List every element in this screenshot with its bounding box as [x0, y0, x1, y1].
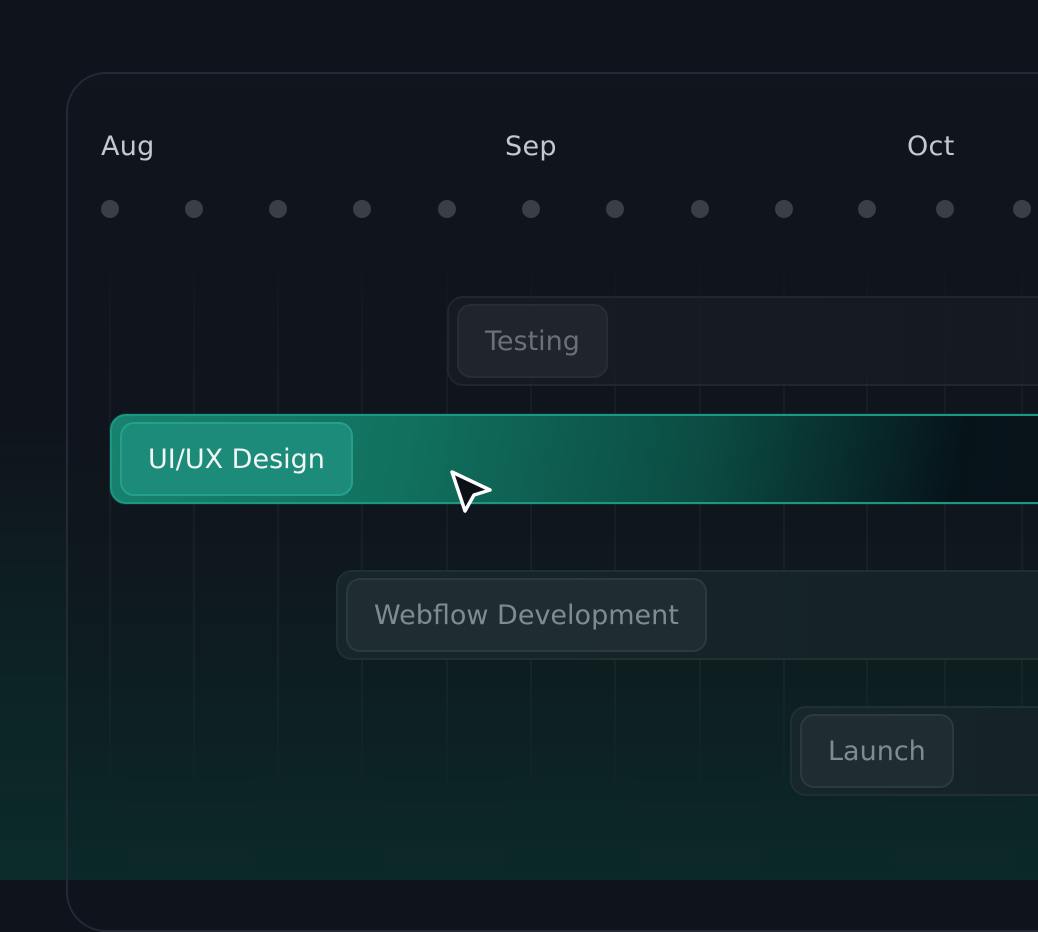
month-label-sep: Sep	[505, 131, 557, 162]
timeline-dot-icon	[1013, 200, 1031, 218]
task-bar-testing[interactable]: Testing	[447, 296, 1038, 386]
timeline-dot-icon	[691, 200, 709, 218]
timeline-dot-icon	[936, 200, 954, 218]
task-bar-ui-ux-design[interactable]: UI/UX Design	[110, 414, 1038, 504]
grid-line	[193, 246, 195, 806]
grid-line	[361, 246, 363, 806]
task-label-testing[interactable]: Testing	[457, 304, 608, 378]
timeline-dot-icon	[185, 200, 203, 218]
grid-line	[277, 246, 279, 806]
month-label-aug: Aug	[101, 131, 155, 162]
timeline-dot-icon	[101, 200, 119, 218]
task-label-ui-ux-design[interactable]: UI/UX Design	[120, 422, 353, 496]
timeline-dot-icon	[438, 200, 456, 218]
task-bar-webflow-development[interactable]: Webflow Development	[336, 570, 1038, 660]
timeline-dot-icon	[858, 200, 876, 218]
task-bar-launch[interactable]: Launch	[790, 706, 1038, 796]
timeline-dot-icon	[606, 200, 624, 218]
month-label-oct: Oct	[907, 131, 955, 162]
task-label-webflow-development[interactable]: Webflow Development	[346, 578, 707, 652]
timeline-dot-icon	[775, 200, 793, 218]
timeline-dot-icon	[269, 200, 287, 218]
arrow-cursor-icon	[450, 470, 492, 513]
grid-line	[109, 246, 111, 806]
timeline-dot-icon	[353, 200, 371, 218]
task-label-launch[interactable]: Launch	[800, 714, 954, 788]
timeline-dot-icon	[522, 200, 540, 218]
